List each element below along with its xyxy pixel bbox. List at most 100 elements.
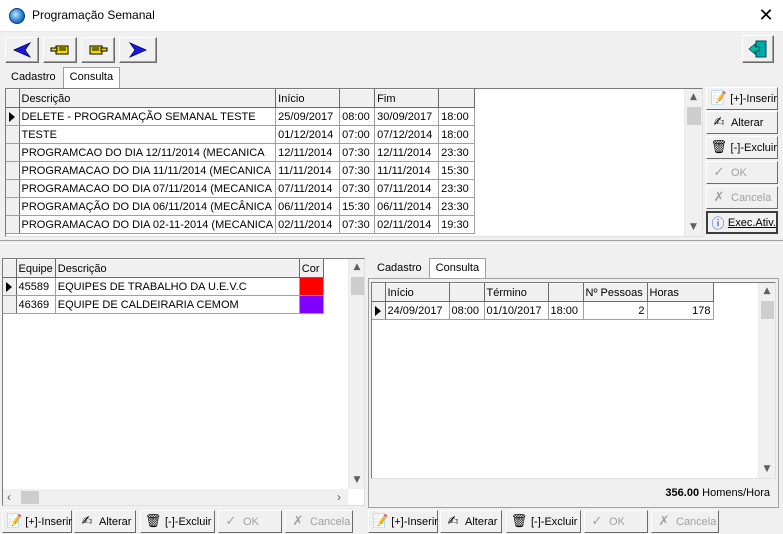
cell[interactable]: EQUIPE DE CALDEIRARIA CEMOM — [55, 295, 300, 314]
period-grid[interactable]: Início Término Nº Pessoas Horas 24/09/20… — [371, 282, 776, 479]
cell[interactable]: 07:30 — [339, 179, 376, 198]
previous-record-button[interactable] — [43, 37, 77, 63]
period-grid-scrollbar[interactable]: ▲ ▼ — [758, 283, 775, 478]
table-row[interactable]: PROGRAMACAO DO DIA 07/11/2014 (MECANICA … — [6, 179, 476, 198]
chevron-down-icon[interactable]: ▼ — [759, 464, 775, 474]
tab-consulta[interactable]: Consulta — [62, 67, 121, 88]
tab-cadastro[interactable]: Cadastro — [4, 67, 63, 86]
col-termino-hora[interactable] — [548, 283, 584, 302]
splitter[interactable] — [0, 240, 783, 244]
cell[interactable]: EQUIPES DE TRABALHO DA U.E.V.C — [55, 277, 300, 296]
chevron-down-icon[interactable]: ▼ — [349, 475, 364, 485]
cell[interactable]: 07:30 — [339, 143, 376, 162]
cell[interactable]: 08:00 — [339, 107, 376, 126]
period-cancel-button[interactable]: ✗ Cancela — [651, 510, 719, 533]
cell[interactable]: 15:30 — [339, 197, 376, 216]
teams-ok-button[interactable]: ✓ OK — [218, 510, 282, 533]
col-horas[interactable]: Horas — [647, 283, 714, 302]
col-equipe[interactable]: Equipe — [16, 259, 56, 278]
cell[interactable]: 18:00 — [548, 301, 584, 320]
next-record-button[interactable] — [81, 37, 115, 63]
scrollbar-thumb[interactable] — [21, 491, 39, 504]
color-swatch[interactable] — [299, 277, 324, 296]
col-termino[interactable]: Término — [484, 283, 549, 302]
scrollbar-thumb[interactable] — [687, 107, 701, 125]
close-button[interactable]: ✕ — [753, 3, 779, 29]
cell[interactable]: 24/09/2017 — [385, 301, 450, 320]
period-ok-button[interactable]: ✓ OK — [584, 510, 648, 533]
cell[interactable]: PROGRAMCAO DO DIA 12/11/2014 (MECANICA — [19, 143, 277, 162]
chevron-right-icon[interactable]: › — [337, 490, 341, 504]
cell[interactable]: TESTE — [19, 125, 277, 144]
teams-delete-button[interactable]: 🗑 [-]-Excluir — [140, 510, 215, 533]
chevron-down-icon[interactable]: ▼ — [685, 222, 702, 232]
col-descricao[interactable]: Descrição — [19, 89, 277, 108]
table-row[interactable]: TESTE 01/12/2014 07:00 07/12/2014 18:00 — [6, 125, 476, 144]
cell[interactable]: 23:30 — [438, 143, 476, 162]
table-row[interactable]: PROGRAMCAO DO DIA 12/11/2014 (MECANICA 1… — [6, 143, 476, 162]
cell[interactable]: 46369 — [16, 295, 56, 314]
table-row[interactable]: 45589 EQUIPES DE TRABALHO DA U.E.V.C — [3, 277, 324, 296]
color-swatch[interactable] — [299, 295, 324, 314]
chevron-up-icon[interactable]: ▲ — [685, 92, 702, 102]
cell[interactable]: 178 — [647, 301, 714, 320]
col-cor[interactable]: Cor — [299, 259, 324, 278]
cell[interactable]: 25/09/2017 — [275, 107, 341, 126]
cancel-button[interactable]: ✗ Cancela — [706, 186, 778, 209]
teams-grid[interactable]: Equipe Descrição Cor 45589 EQUIPES DE TR… — [2, 258, 365, 506]
table-row[interactable]: 46369 EQUIPE DE CALDEIRARIA CEMOM — [3, 295, 324, 314]
table-row[interactable]: 24/09/2017 08:00 01/10/2017 18:00 2 178 — [372, 301, 714, 320]
cell[interactable]: 06/11/2014 — [275, 197, 341, 216]
cell[interactable]: 01/12/2014 — [275, 125, 341, 144]
cell[interactable]: 12/11/2014 — [374, 143, 440, 162]
col-fim-hora[interactable] — [438, 89, 476, 108]
cell[interactable]: PROGRAMACAO DO DIA 11/11/2014 (MECANICA — [19, 161, 277, 180]
cell[interactable]: 07/12/2014 — [374, 125, 440, 144]
cell[interactable]: 08:00 — [449, 301, 485, 320]
chevron-up-icon[interactable]: ▲ — [349, 262, 364, 272]
cell[interactable]: 07:30 — [339, 215, 376, 234]
insert-button[interactable]: 📝 [+]-Inserir — [706, 87, 778, 110]
cell[interactable]: DELETE - PROGRAMAÇÃO SEMANAL TESTE — [19, 107, 277, 126]
teams-insert-button[interactable]: 📝 [+]-Inserir — [2, 510, 72, 533]
chevron-left-icon[interactable]: ‹ — [7, 490, 11, 504]
cell[interactable]: 15:30 — [438, 161, 476, 180]
cell[interactable]: 45589 — [16, 277, 56, 296]
teams-edit-button[interactable]: ✍ Alterar — [74, 510, 136, 533]
chevron-up-icon[interactable]: ▲ — [759, 286, 775, 296]
scrollbar-thumb[interactable] — [351, 277, 364, 295]
cell[interactable]: 07/11/2014 — [374, 179, 440, 198]
table-row[interactable]: PROGRAMACAO DO DIA 11/11/2014 (MECANICA … — [6, 161, 476, 180]
cell[interactable]: 18:00 — [438, 125, 476, 144]
first-record-button[interactable] — [5, 37, 39, 63]
col-descricao[interactable]: Descrição — [55, 259, 300, 278]
teams-grid-vscrollbar[interactable]: ▲ ▼ — [348, 259, 364, 489]
cell[interactable]: 18:00 — [438, 107, 476, 126]
col-pessoas[interactable]: Nº Pessoas — [583, 283, 648, 302]
cell[interactable]: 01/10/2017 — [484, 301, 549, 320]
cell[interactable]: PROGRAMACAO DO DIA 07/11/2014 (MECANICA — [19, 179, 277, 198]
tab-cadastro[interactable]: Cadastro — [370, 258, 429, 277]
table-row[interactable]: PROGRAMAÇÃO DO DIA 06/11/2014 (MECÂNICA … — [6, 197, 476, 216]
col-inicio-hora[interactable] — [449, 283, 485, 302]
scrollbar-thumb[interactable] — [761, 301, 774, 319]
col-inicio[interactable]: Início — [275, 89, 341, 108]
cell[interactable]: 23:30 — [438, 197, 476, 216]
col-inicio[interactable]: Início — [385, 283, 450, 302]
cell[interactable]: 06/11/2014 — [374, 197, 440, 216]
cell[interactable]: 11/11/2014 — [374, 161, 440, 180]
cell[interactable]: 11/11/2014 — [275, 161, 341, 180]
col-inicio-hora[interactable] — [339, 89, 376, 108]
table-row[interactable]: PROGRAMACAO DO DIA 02-11-2014 (MECANICA … — [6, 215, 476, 234]
cell[interactable]: 07:00 — [339, 125, 376, 144]
period-delete-button[interactable]: 🗑 [-]-Excluir — [506, 510, 581, 533]
cell[interactable]: 12/11/2014 — [275, 143, 341, 162]
schedule-grid[interactable]: Descrição Início Fim DELETE - PROGRAMAÇÃ… — [5, 88, 703, 237]
teams-cancel-button[interactable]: ✗ Cancela — [285, 510, 353, 533]
cell[interactable]: PROGRAMACAO DO DIA 02-11-2014 (MECANICA — [19, 215, 277, 234]
schedule-grid-scrollbar[interactable]: ▲ ▼ — [684, 89, 702, 236]
exit-button[interactable] — [742, 35, 774, 63]
cell[interactable]: 30/09/2017 — [374, 107, 440, 126]
ok-button[interactable]: ✓ OK — [706, 161, 778, 184]
table-row[interactable]: DELETE - PROGRAMAÇÃO SEMANAL TESTE 25/09… — [6, 107, 476, 126]
